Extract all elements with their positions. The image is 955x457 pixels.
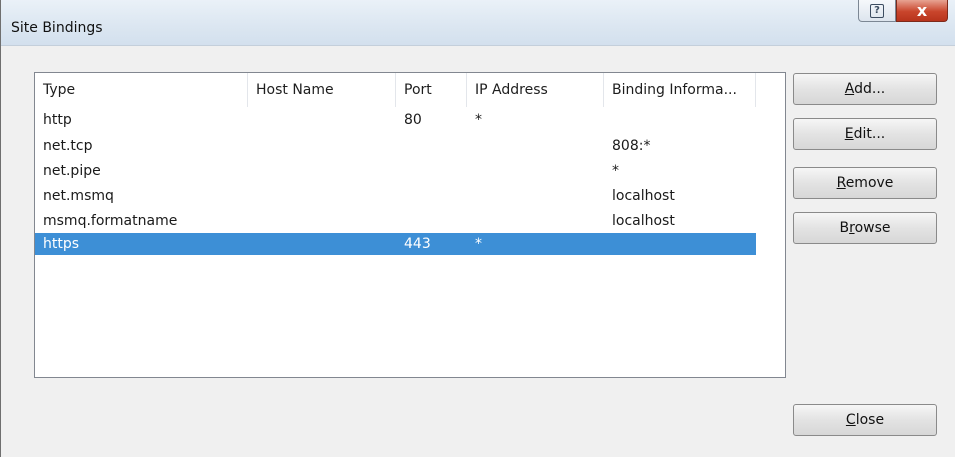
table-row[interactable]: msmq.formatname localhost — [35, 210, 756, 232]
close-x-icon: x — [916, 1, 928, 20]
cell-binding-info — [604, 233, 612, 255]
cell-type: https — [43, 236, 80, 252]
title-bar: Site Bindings ? x — [1, 0, 955, 46]
cell-host-name — [248, 233, 256, 255]
table-row[interactable]: net.msmq localhost — [35, 185, 756, 207]
column-header-type[interactable]: Type — [35, 73, 248, 107]
cell-ip-address — [467, 210, 475, 232]
cell-type: net.msmq — [43, 188, 114, 204]
remove-button[interactable]: Remove — [793, 167, 937, 199]
column-header-host-name[interactable]: Host Name — [248, 73, 396, 107]
cell-ip-address — [467, 185, 475, 207]
cell-ip-address: * — [475, 112, 482, 128]
window-close-button[interactable]: x — [896, 0, 948, 22]
bindings-list[interactable]: Type Host Name Port IP Address Binding I… — [34, 72, 786, 378]
add-button[interactable]: Add... — [793, 73, 937, 105]
cell-port — [396, 210, 404, 232]
cell-type: net.tcp — [43, 138, 93, 154]
cell-type: net.pipe — [43, 163, 101, 179]
cell-binding-info: localhost — [612, 213, 675, 229]
table-row[interactable]: net.tcp 808:* — [35, 135, 756, 157]
table-row[interactable]: net.pipe * — [35, 160, 756, 182]
site-bindings-dialog: Site Bindings ? x Type Host Name Port IP… — [0, 0, 955, 457]
list-header: Type Host Name Port IP Address Binding I… — [35, 73, 785, 107]
browse-prefix: B — [839, 220, 850, 236]
browse-label: owse — [854, 220, 891, 236]
edit-label: dit... — [853, 126, 886, 142]
cell-binding-info — [604, 109, 612, 131]
question-icon: ? — [870, 3, 884, 18]
cell-host-name — [248, 185, 256, 207]
column-header-binding-information[interactable]: Binding Informa... — [604, 73, 756, 107]
cell-host-name — [248, 160, 256, 182]
column-header-ip-address[interactable]: IP Address — [467, 73, 604, 107]
edit-mnemonic: E — [844, 126, 854, 142]
window-title: Site Bindings — [11, 20, 103, 36]
remove-label: emove — [845, 175, 894, 191]
close-label: lose — [855, 412, 885, 428]
cell-ip-address — [467, 135, 475, 157]
cell-port — [396, 160, 404, 182]
help-button[interactable]: ? — [858, 0, 896, 22]
add-label: dd... — [854, 81, 886, 97]
close-mnemonic: C — [845, 412, 856, 428]
cell-port: 443 — [404, 236, 431, 252]
cell-port — [396, 185, 404, 207]
cell-host-name — [248, 210, 256, 232]
cell-host-name — [248, 135, 256, 157]
cell-ip-address: * — [475, 236, 482, 252]
cell-port: 80 — [404, 112, 422, 128]
edit-button[interactable]: Edit... — [793, 118, 937, 150]
cell-binding-info: localhost — [612, 188, 675, 204]
column-header-port[interactable]: Port — [396, 73, 467, 107]
cell-binding-info: 808:* — [612, 138, 651, 154]
add-mnemonic: A — [844, 81, 855, 97]
table-row-selected[interactable]: https 443 * — [35, 233, 756, 255]
cell-ip-address — [467, 160, 475, 182]
cell-port — [396, 135, 404, 157]
close-button[interactable]: Close — [793, 404, 937, 436]
cell-type: msmq.formatname — [43, 213, 178, 229]
cell-type: http — [43, 112, 72, 128]
browse-button[interactable]: Browse — [793, 212, 937, 244]
remove-mnemonic: R — [836, 175, 846, 191]
table-row[interactable]: http 80 * — [35, 109, 756, 131]
cell-binding-info: * — [612, 163, 619, 179]
cell-host-name — [248, 109, 256, 131]
